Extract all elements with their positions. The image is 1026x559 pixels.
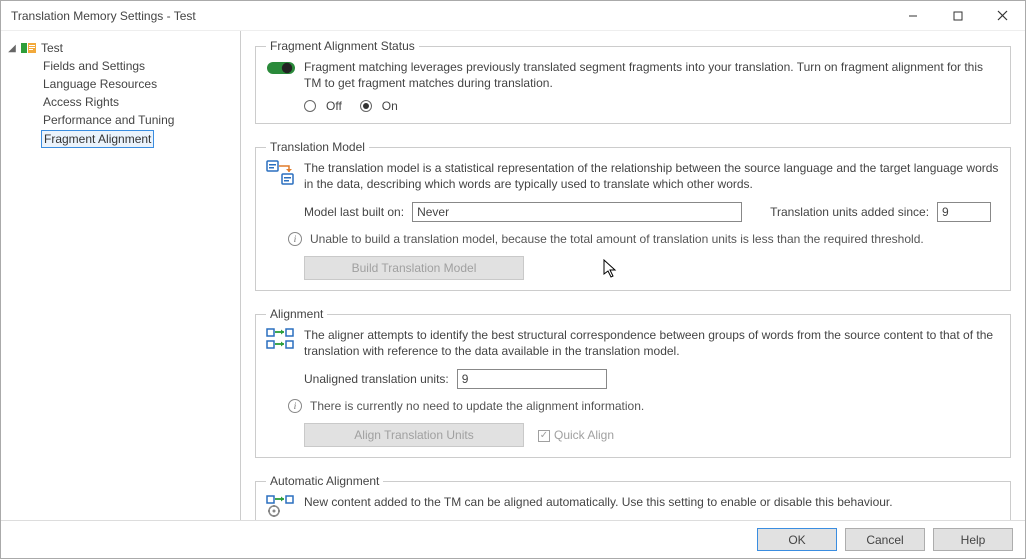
radio-off-icon xyxy=(304,100,316,112)
window: Translation Memory Settings - Test ◢ Tes… xyxy=(0,0,1026,559)
model-last-built-label: Model last built on: xyxy=(304,205,404,219)
help-button[interactable]: Help xyxy=(933,528,1013,551)
tree-root[interactable]: ◢ Test xyxy=(7,41,234,55)
expand-arrow-icon[interactable]: ◢ xyxy=(7,43,17,54)
group-fragment-status: Fragment Alignment Status Fragment match… xyxy=(255,39,1011,124)
legend-model: Translation Model xyxy=(266,140,369,154)
footer: OK Cancel Help xyxy=(1,520,1025,558)
alignment-desc: The aligner attempts to identify the bes… xyxy=(304,327,1000,359)
group-auto-alignment: Automatic Alignment New content added to… xyxy=(255,474,1011,520)
tree-item-performance[interactable]: Performance and Tuning xyxy=(41,112,176,128)
alignment-info-text: There is currently no need to update the… xyxy=(310,399,644,413)
model-icon xyxy=(266,160,296,189)
info-icon: i xyxy=(288,399,302,413)
sidebar-tree: ◢ Test Fields and Settings Language Reso… xyxy=(1,31,241,520)
build-model-button: Build Translation Model xyxy=(304,256,524,280)
model-desc: The translation model is a statistical r… xyxy=(304,160,1000,192)
legend-alignment: Alignment xyxy=(266,307,327,321)
tree-item-access-rights[interactable]: Access Rights xyxy=(41,94,121,110)
model-info-text: Unable to build a translation model, bec… xyxy=(310,232,924,246)
auto-align-icon xyxy=(266,494,296,520)
tree-item-fields[interactable]: Fields and Settings xyxy=(41,58,147,74)
quick-align-checkbox: Quick Align xyxy=(538,428,614,442)
alignment-icon xyxy=(266,327,296,354)
legend-fragment: Fragment Alignment Status xyxy=(266,39,419,53)
radio-on[interactable]: On xyxy=(360,99,398,113)
align-units-button: Align Translation Units xyxy=(304,423,524,447)
auto-desc: New content added to the TM can be align… xyxy=(304,494,1000,510)
units-added-label: Translation units added since: xyxy=(770,205,929,219)
radio-on-icon xyxy=(360,100,372,112)
group-alignment: Alignment The aligner attempts to identi… xyxy=(255,307,1011,458)
info-icon: i xyxy=(288,232,302,246)
tree-item-language-resources[interactable]: Language Resources xyxy=(41,76,159,92)
unaligned-value: 9 xyxy=(457,369,607,389)
close-button[interactable] xyxy=(980,1,1025,31)
minimize-button[interactable] xyxy=(890,1,935,31)
group-translation-model: Translation Model The translation model … xyxy=(255,140,1011,291)
tree-root-label: Test xyxy=(41,41,63,55)
radio-off[interactable]: Off xyxy=(304,99,342,113)
fragment-desc: Fragment matching leverages previously t… xyxy=(304,59,1000,91)
checkbox-icon xyxy=(538,430,550,442)
tm-icon xyxy=(21,41,37,55)
model-last-built-value: Never xyxy=(412,202,742,222)
toggle-icon xyxy=(266,59,296,80)
ok-button[interactable]: OK xyxy=(757,528,837,551)
legend-auto: Automatic Alignment xyxy=(266,474,383,488)
maximize-button[interactable] xyxy=(935,1,980,31)
titlebar: Translation Memory Settings - Test xyxy=(1,1,1025,31)
content-pane: Fragment Alignment Status Fragment match… xyxy=(241,31,1025,520)
tree-item-fragment-alignment[interactable]: Fragment Alignment xyxy=(41,130,154,148)
unaligned-label: Unaligned translation units: xyxy=(304,372,449,386)
window-title: Translation Memory Settings - Test xyxy=(11,9,890,23)
units-added-value: 9 xyxy=(937,202,991,222)
cancel-button[interactable]: Cancel xyxy=(845,528,925,551)
